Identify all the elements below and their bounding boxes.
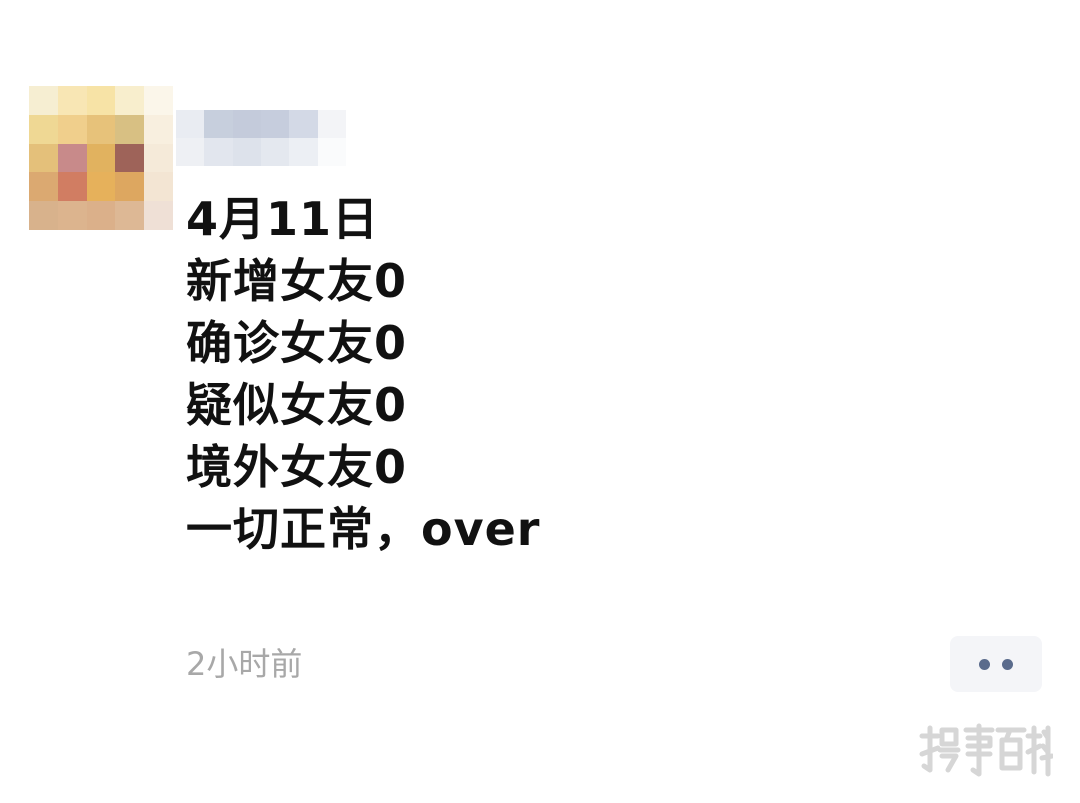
more-dots-icon	[979, 658, 990, 670]
post-line-overseas: 境外女友0	[186, 440, 408, 494]
post-content: 4月11日 新增女友0 确诊女友0 疑似女友0 境外女友0 一切正常，over	[186, 188, 806, 560]
post-line-new: 新增女友0	[186, 254, 408, 308]
post-line-conclusion: 一切正常，over	[186, 502, 541, 556]
watermark-logo	[919, 723, 1053, 777]
moments-post: 4月11日 新增女友0 确诊女友0 疑似女友0 境外女友0 一切正常，over …	[0, 0, 1080, 803]
post-line-suspected: 疑似女友0	[186, 378, 408, 432]
post-line-date: 4月11日	[186, 192, 380, 246]
avatar[interactable]	[29, 86, 173, 230]
post-line-confirmed: 确诊女友0	[186, 316, 408, 370]
more-dots-icon	[1002, 658, 1013, 670]
username[interactable]	[176, 110, 346, 166]
more-button[interactable]	[950, 636, 1042, 692]
post-timestamp: 2小时前	[186, 645, 303, 683]
